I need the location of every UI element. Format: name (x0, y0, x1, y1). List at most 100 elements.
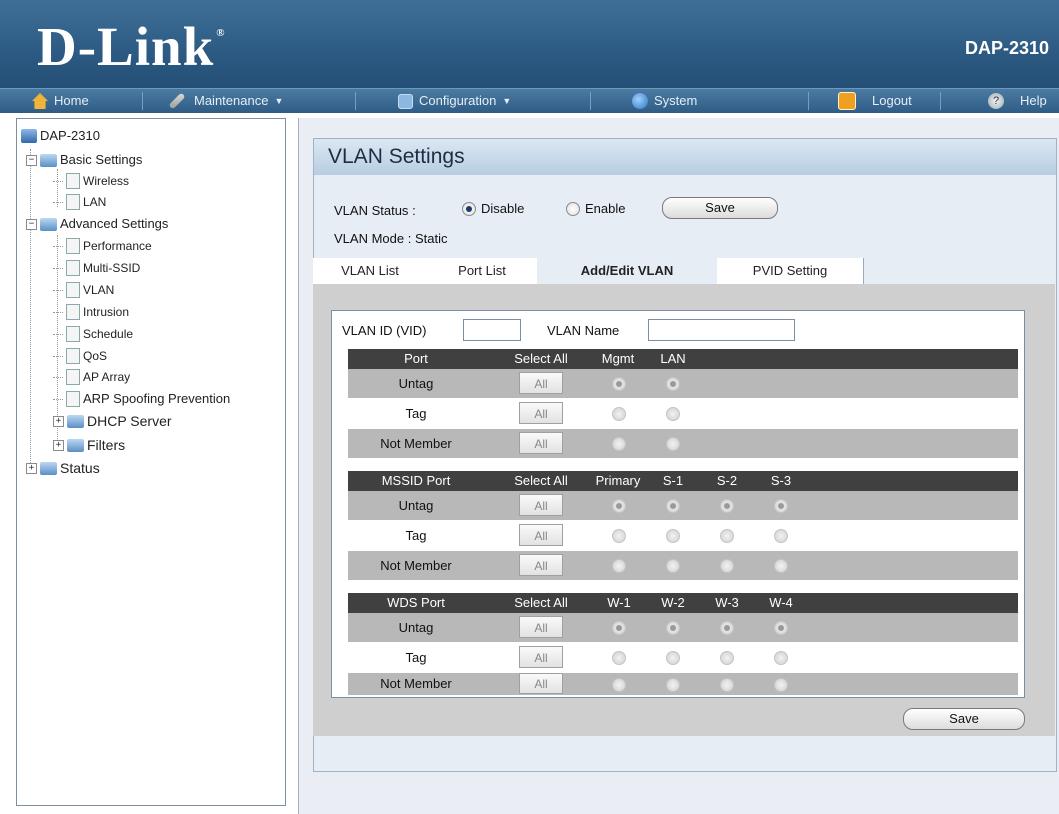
w1-untag-radio[interactable] (612, 621, 626, 635)
w3-untag-radio[interactable] (720, 621, 734, 635)
page-icon (66, 194, 80, 210)
w4-not-member-radio[interactable] (774, 678, 788, 692)
tree-item-ap-array[interactable]: AP Array (53, 368, 130, 386)
port-grid-header: Port Select All Mgmt LAN (348, 349, 1018, 369)
tree-item-arp-spoofing-prevention[interactable]: ARP Spoofing Prevention (53, 390, 230, 408)
tree-root-dap2310[interactable]: DAP-2310 (21, 127, 100, 145)
s3-untag-radio[interactable] (774, 499, 788, 513)
s2-untag-radio[interactable] (720, 499, 734, 513)
vlan-status-enable[interactable]: Enable (566, 201, 625, 216)
select-all-button[interactable]: All (519, 402, 563, 424)
tree-item-wireless[interactable]: Wireless (53, 172, 129, 190)
select-all-button[interactable]: All (519, 646, 563, 668)
w3-not-member-radio[interactable] (720, 678, 734, 692)
collapse-icon[interactable]: − (26, 154, 37, 166)
vlan-mode-label: VLAN Mode : Static (334, 231, 448, 246)
w1-tag-radio[interactable] (612, 651, 626, 665)
w4-untag-radio[interactable] (774, 621, 788, 635)
tree-item-vlan[interactable]: VLAN (53, 281, 114, 299)
help-icon: ? (988, 93, 1004, 109)
select-all-button[interactable]: All (519, 494, 563, 516)
primary-tag-radio[interactable] (612, 529, 626, 543)
bottom-save-button[interactable]: Save (903, 708, 1025, 730)
tree-basic-settings[interactable]: − Basic Settings (26, 151, 142, 169)
vlan-form: VLAN ID (VID) VLAN Name Port Select All … (331, 310, 1025, 698)
page-icon (66, 260, 80, 276)
vlan-mode-value: Static (414, 231, 448, 246)
select-all-button[interactable]: All (519, 372, 563, 394)
port-not-member-row: Not Member All (348, 429, 1018, 458)
mgmt-untag-radio[interactable] (612, 377, 626, 391)
folder-icon (40, 461, 57, 475)
mssid-tag-row: Tag All (348, 521, 1018, 550)
folder-icon (40, 217, 57, 231)
folder-icon (67, 438, 84, 452)
sidebar-tree: DAP-2310 − Basic Settings Wireless LAN −… (16, 118, 286, 806)
page-icon (66, 304, 80, 320)
tree-item-qos[interactable]: QoS (53, 347, 107, 365)
tree-filters[interactable]: + Filters (53, 436, 125, 454)
vlan-status-disable[interactable]: Disable (462, 201, 524, 216)
select-all-button[interactable]: All (519, 616, 563, 638)
s1-tag-radio[interactable] (666, 529, 680, 543)
w1-not-member-radio[interactable] (612, 678, 626, 692)
menu-configuration[interactable]: Configuration ▼ (398, 91, 511, 111)
s1-not-member-radio[interactable] (666, 559, 680, 573)
s3-not-member-radio[interactable] (774, 559, 788, 573)
vlan-name-input[interactable] (648, 319, 795, 341)
select-all-button[interactable]: All (519, 524, 563, 546)
tree-item-intrusion[interactable]: Intrusion (53, 303, 129, 321)
select-all-button[interactable]: All (519, 432, 563, 454)
w4-tag-radio[interactable] (774, 651, 788, 665)
page-icon (66, 391, 80, 407)
w2-untag-radio[interactable] (666, 621, 680, 635)
menu-logout[interactable]: Logout (838, 91, 912, 111)
tab-add-edit-vlan[interactable]: Add/Edit VLAN (537, 258, 718, 284)
vlan-id-input[interactable] (463, 319, 521, 341)
expand-icon[interactable]: + (53, 415, 64, 427)
s1-untag-radio[interactable] (666, 499, 680, 513)
menu-system[interactable]: System (632, 91, 697, 111)
model-name: DAP-2310 (964, 38, 1049, 58)
s3-tag-radio[interactable] (774, 529, 788, 543)
tree-item-multi-ssid[interactable]: Multi-SSID (53, 259, 140, 277)
menu-home[interactable]: Home (32, 91, 89, 111)
tree-dhcp-server[interactable]: + DHCP Server (53, 412, 172, 430)
page-icon (66, 369, 80, 385)
w2-tag-radio[interactable] (666, 651, 680, 665)
w3-tag-radio[interactable] (720, 651, 734, 665)
expand-icon[interactable]: + (26, 462, 37, 474)
primary-untag-radio[interactable] (612, 499, 626, 513)
tree-item-lan[interactable]: LAN (53, 193, 106, 211)
primary-not-member-radio[interactable] (612, 559, 626, 573)
disable-radio[interactable] (462, 201, 476, 216)
lan-not-member-radio[interactable] (666, 437, 680, 451)
tab-pvid-setting[interactable]: PVID Setting (717, 258, 864, 284)
menu-help[interactable]: ? Help (988, 91, 1047, 111)
tree-item-performance[interactable]: Performance (53, 237, 152, 255)
menu-maintenance[interactable]: Maintenance ▼ (168, 91, 283, 111)
mssid-untag-row: Untag All (348, 491, 1018, 520)
mgmt-tag-radio[interactable] (612, 407, 626, 421)
save-button[interactable]: Save (662, 197, 778, 219)
wds-grid-header: WDS Port Select All W-1 W-2 W-3 W-4 (348, 593, 1018, 613)
mssid-grid-header: MSSID Port Select All Primary S-1 S-2 S-… (348, 471, 1018, 491)
select-all-button[interactable]: All (519, 554, 563, 576)
tab-vlan-list[interactable]: VLAN List (313, 258, 428, 284)
expand-icon[interactable]: + (53, 439, 64, 451)
enable-radio[interactable] (566, 201, 580, 216)
select-all-button[interactable]: All (519, 673, 563, 694)
w2-not-member-radio[interactable] (666, 678, 680, 692)
s2-tag-radio[interactable] (720, 529, 734, 543)
lan-tag-radio[interactable] (666, 407, 680, 421)
tree-advanced-settings[interactable]: − Advanced Settings (26, 215, 168, 233)
mssid-not-member-row: Not Member All (348, 551, 1018, 580)
tree-status[interactable]: + Status (26, 459, 100, 477)
lan-untag-radio[interactable] (666, 377, 680, 391)
s2-not-member-radio[interactable] (720, 559, 734, 573)
page-icon (66, 238, 80, 254)
mgmt-not-member-radio[interactable] (612, 437, 626, 451)
tab-port-list[interactable]: Port List (427, 258, 538, 284)
collapse-icon[interactable]: − (26, 218, 37, 230)
tree-item-schedule[interactable]: Schedule (53, 325, 133, 343)
